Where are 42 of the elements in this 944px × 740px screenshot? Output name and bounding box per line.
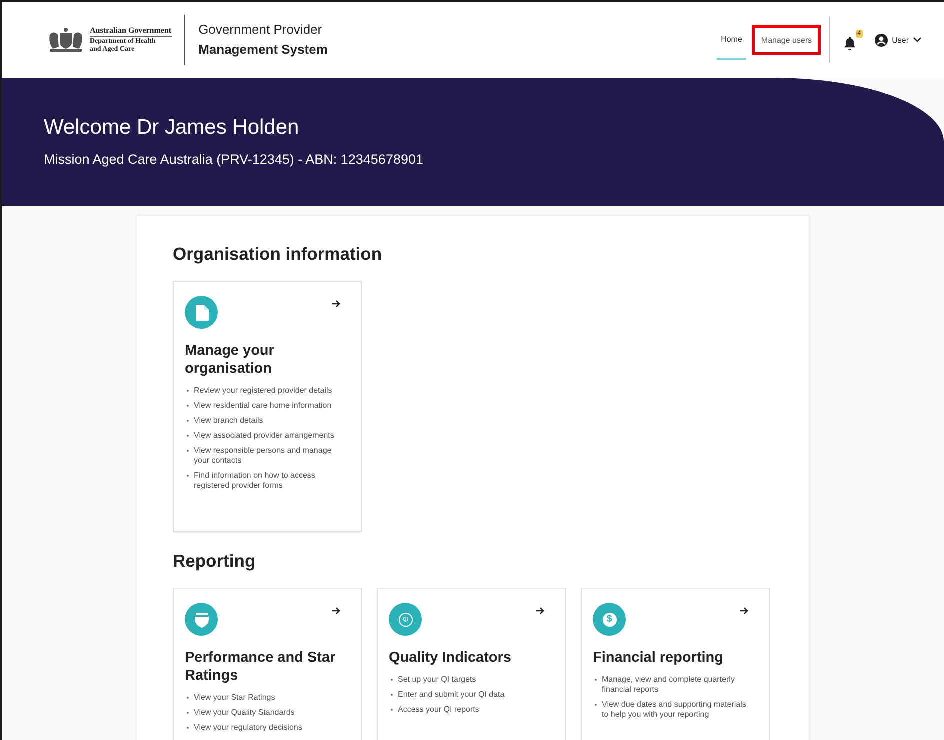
section-heading: Reporting [173, 551, 257, 572]
user-icon [875, 34, 888, 46]
list-item-text: View your Star Ratings [194, 693, 276, 703]
list-item-text: View branch details [194, 416, 264, 426]
organisation-details: Mission Aged Care Australia (PRV-12345) - ABN: 12345678901 [44, 152, 424, 167]
list-item-text: Access your QI reports [398, 705, 480, 715]
card-title: Financial reporting [593, 649, 725, 667]
card-title: Performance and Star Ratings [185, 649, 337, 685]
list-item-text: View associated provider arrangements [194, 431, 334, 441]
list-item-text: View your regulatory decisions [194, 723, 302, 733]
list-item-text: Enter and submit your QI data [398, 690, 505, 700]
bell-icon [844, 36, 856, 50]
list-item-text: Review your registered provider details [194, 386, 332, 396]
dollar-icon: $ [593, 603, 626, 636]
list-item-text: View residential care home information [194, 401, 332, 411]
list-item-text: View responsible persons and manage your contacts [194, 446, 333, 466]
list-item-text: Manage, view and complete quarterly financial reports [602, 675, 736, 695]
system-title: Government Provider [198, 21, 324, 39]
card-title: Manage your organisation [185, 342, 276, 378]
chevron-down-icon [913, 37, 922, 43]
logo-text-line: Australian Government [90, 26, 172, 38]
user-menu[interactable]: User [875, 34, 922, 46]
list-item-text: Set up your QI targets [398, 675, 476, 685]
list-item-text: Find information on how to access registered provider forms [194, 471, 316, 491]
arrow-right-icon [740, 607, 749, 615]
service-card[interactable] [173, 281, 362, 532]
service-card[interactable]: $ Financial reporting Manage, view and complete quarterly financial reports View due dates and supporting materials to help you with your reporting [581, 588, 770, 740]
shield-icon [185, 603, 218, 636]
arrow-right-icon [332, 607, 341, 615]
user-label: User [892, 36, 909, 44]
card-title: Quality Indicators [389, 649, 512, 667]
list-item-text: View your Quality Standards [194, 708, 295, 718]
document-icon [185, 296, 218, 329]
arrow-right-icon [332, 300, 341, 308]
welcome-title: Welcome Dr James Holden [44, 116, 300, 140]
section-heading: Organisation information [173, 244, 384, 265]
nav-link[interactable]: Manage users [752, 25, 822, 55]
list-item-text: View due dates and supporting materials to help you with your reporting [602, 700, 748, 720]
system-title: Management System [198, 41, 328, 59]
nav-link[interactable]: Home [717, 20, 746, 60]
arrow-right-icon [536, 607, 545, 615]
service-card[interactable]: Performance and Star Ratings View your Star Ratings View your Quality Standards View your regulatory decisions [173, 588, 362, 740]
